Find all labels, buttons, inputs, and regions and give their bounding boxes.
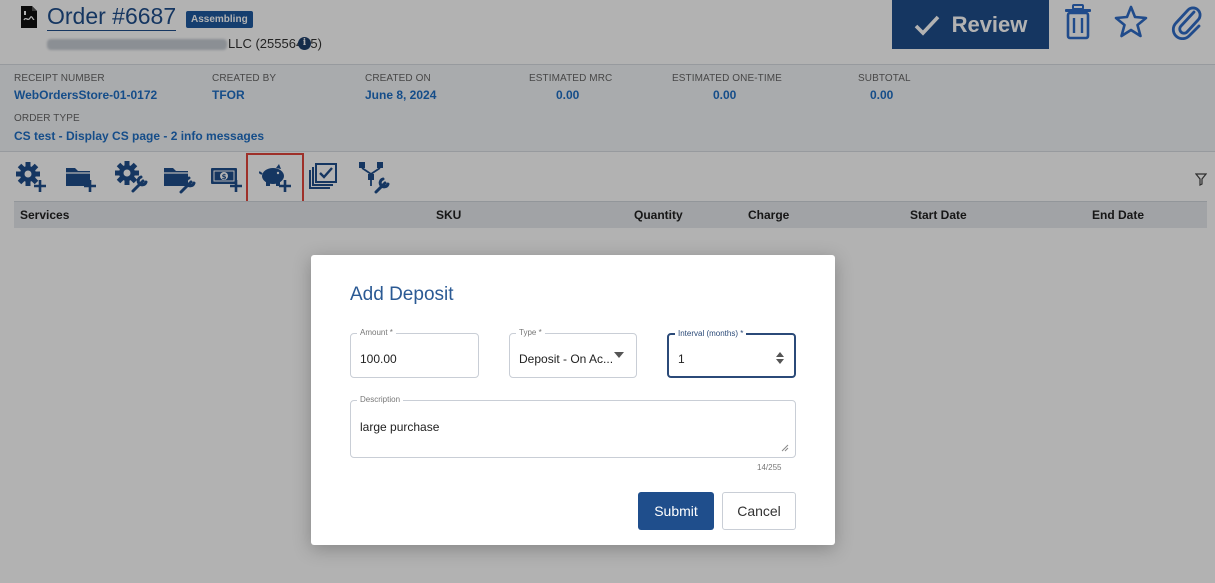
- order-page: Order #6687 Assembling LLC (25556485) i …: [0, 0, 1215, 583]
- amount-label: Amount *: [357, 328, 396, 338]
- amount-value: 100.00: [360, 352, 397, 366]
- description-field[interactable]: Description large purchase: [350, 395, 796, 458]
- resize-handle-icon[interactable]: [781, 444, 789, 452]
- interval-label: Interval (months) *: [675, 329, 747, 339]
- description-label: Description: [357, 395, 404, 405]
- type-label: Type *: [516, 328, 545, 338]
- chevron-down-icon: [614, 352, 624, 358]
- description-value: large purchase: [360, 420, 440, 434]
- cancel-button[interactable]: Cancel: [722, 492, 796, 530]
- type-select[interactable]: Type * Deposit - On Ac...: [509, 328, 637, 378]
- dialog-title: Add Deposit: [350, 284, 454, 305]
- interval-value: 1: [678, 352, 685, 366]
- character-count: 14/255: [757, 463, 782, 472]
- interval-field[interactable]: Interval (months) * 1: [667, 329, 796, 378]
- add-deposit-dialog: Add Deposit Amount * 100.00 Type * Depos…: [311, 255, 835, 545]
- amount-field[interactable]: Amount * 100.00: [350, 328, 479, 378]
- submit-button[interactable]: Submit: [638, 492, 714, 530]
- spinner-icon[interactable]: [776, 352, 784, 364]
- type-value: Deposit - On Ac...: [519, 352, 614, 366]
